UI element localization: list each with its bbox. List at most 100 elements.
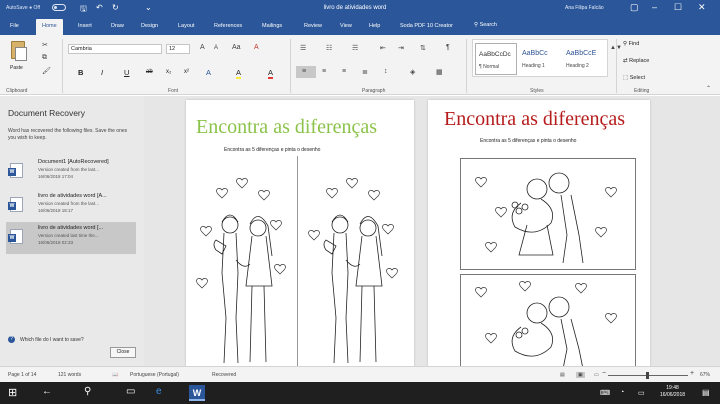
redo-icon[interactable]: ↻ [112,3,119,12]
tab-layout[interactable]: Layout [178,23,195,29]
recovery-file-item-selected[interactable]: livro de atividades word [... Version cr… [6,222,136,254]
tab-review[interactable]: Review [304,23,322,29]
strikethrough-button[interactable]: ab [146,69,153,75]
word-file-icon [8,229,23,244]
help-icon: ? [8,336,15,343]
tab-references[interactable]: References [214,23,242,29]
maximize-icon[interactable]: ☐ [674,2,682,13]
replace-button[interactable]: ⇄ Replace [623,58,649,64]
copy-icon[interactable]: ⧉ [42,54,47,62]
style-heading-1[interactable]: AaBbCc Heading 1 [519,43,561,75]
separator [290,39,291,93]
windows-start-icon[interactable]: ⊞ [8,386,17,399]
close-icon[interactable]: ✕ [698,2,706,13]
sort-icon[interactable]: ⇅ [420,44,426,52]
user-name[interactable]: Ana Filipa Falcão [565,5,604,11]
word-count[interactable]: 121 words [58,372,81,378]
borders-icon[interactable]: ▦ [436,68,443,76]
bullets-icon[interactable]: ☰ [300,44,306,52]
change-case-icon[interactable]: Aa [232,44,241,51]
language-indicator[interactable]: Portuguese (Portugal) [130,372,179,378]
notifications-icon[interactable]: ▤ [702,388,710,397]
clear-formatting-icon[interactable]: A [254,44,259,51]
vertical-scrollbar[interactable] [710,96,720,366]
zoom-in-icon[interactable]: + [690,370,694,377]
web-layout-icon[interactable]: ▭ [594,372,599,378]
search-icon[interactable]: ⚲ [84,386,91,397]
zoom-out-icon[interactable]: − [602,370,606,377]
line-spacing-icon[interactable]: ↕ [384,68,388,75]
underline-button[interactable]: U [124,68,129,77]
tab-draw[interactable]: Draw [111,23,124,29]
proofing-icon[interactable]: 📖 [112,372,118,378]
restore-icon[interactable]: ▢ [630,2,639,13]
shrink-font-icon[interactable]: A [214,45,218,51]
superscript-button[interactable]: x² [184,69,189,75]
document-page[interactable]: Encontra as diferenças Encontra as 5 dif… [186,100,414,370]
font-name-select[interactable]: Cambria [68,44,162,54]
grow-font-icon[interactable]: A [200,44,205,51]
tab-help[interactable]: Help [369,23,380,29]
italic-button[interactable]: I [101,68,103,77]
subscript-button[interactable]: x₂ [166,69,171,75]
increase-indent-icon[interactable]: ⇥ [398,44,404,52]
customize-icon[interactable]: ⌄ [145,3,152,12]
numbering-icon[interactable]: ☷ [326,44,332,52]
word-taskbar-icon[interactable]: W [189,385,205,401]
cut-icon[interactable]: ✂ [42,41,48,49]
font-size-select[interactable]: 12 [166,44,190,54]
save-icon[interactable]: 🖫 [80,3,87,17]
bold-button[interactable]: B [78,68,83,77]
tab-file[interactable]: File [10,23,19,29]
read-mode-icon[interactable]: ▤ [560,372,565,378]
battery-icon[interactable]: ▭ [638,389,645,397]
tab-design[interactable]: Design [141,23,158,29]
clipboard-group-label: Clipboard [6,88,28,94]
tab-soda-pdf[interactable]: Soda PDF 10 Creator [400,23,453,29]
recovery-file-item[interactable]: Document1 [AutoRecovered] Version create… [6,156,136,188]
image-frame-top [460,158,636,270]
document-page[interactable]: Encontra as diferenças Encontra as 5 dif… [428,100,650,374]
show-marks-icon[interactable]: ¶ [446,44,450,51]
undo-icon[interactable]: ↶ [96,3,103,12]
wifi-icon[interactable]: ◔ [620,389,624,396]
paste-icon[interactable] [11,41,27,61]
edge-icon[interactable]: e [156,386,162,397]
back-icon[interactable]: ← [42,386,52,397]
find-button[interactable]: ⚲ Find [623,41,639,47]
task-view-icon[interactable]: ▭ [126,386,135,397]
font-color-button[interactable]: A [268,68,274,79]
search-tell-me[interactable]: ⚲ Search [474,22,497,28]
autosave-toggle[interactable] [52,4,66,11]
style-normal[interactable]: AaBbCcDc ¶ Normal [475,43,517,75]
select-button[interactable]: ⬚ Select [623,75,645,81]
highlight-button[interactable]: A [236,68,242,79]
multilevel-list-icon[interactable]: ☴ [352,44,358,52]
recovery-file-item[interactable]: livro de atividades word [A... Version c… [6,190,136,222]
keyboard-icon[interactable]: ⌨ [600,389,610,397]
justify-icon[interactable]: ≣ [362,68,368,76]
print-layout-icon[interactable]: ▣ [576,372,585,378]
center-icon[interactable]: ≡ [322,68,326,75]
tab-home[interactable]: Home [36,19,63,35]
zoom-slider-thumb[interactable] [646,372,649,379]
align-right-icon[interactable]: ≡ [342,68,346,75]
format-painter-icon[interactable]: 🖌 [42,67,51,75]
paste-button[interactable]: Paste [10,65,23,71]
recovery-help-link[interactable]: Which file do I want to save? [20,337,84,343]
shading-icon[interactable]: ◈ [410,68,415,76]
style-heading-2[interactable]: AaBbCcE Heading 2 [563,43,605,75]
recovery-close-button[interactable]: Close [110,347,136,358]
tab-mailings[interactable]: Mailings [262,23,282,29]
page-count[interactable]: Page 1 of 14 [8,372,36,378]
minimize-icon[interactable]: – [652,2,657,12]
collapse-ribbon-icon[interactable]: ⌃ [706,85,711,92]
autosave-label: AutoSave ● Off [6,5,41,11]
clock[interactable]: 19:48 16/06/2018 [660,385,685,399]
tab-insert[interactable]: Insert [78,23,92,29]
tab-view[interactable]: View [340,23,352,29]
zoom-level[interactable]: 67% [700,372,710,378]
decrease-indent-icon[interactable]: ⇤ [380,44,386,52]
image-divider [297,156,298,370]
text-effects-button[interactable]: A [206,68,211,77]
